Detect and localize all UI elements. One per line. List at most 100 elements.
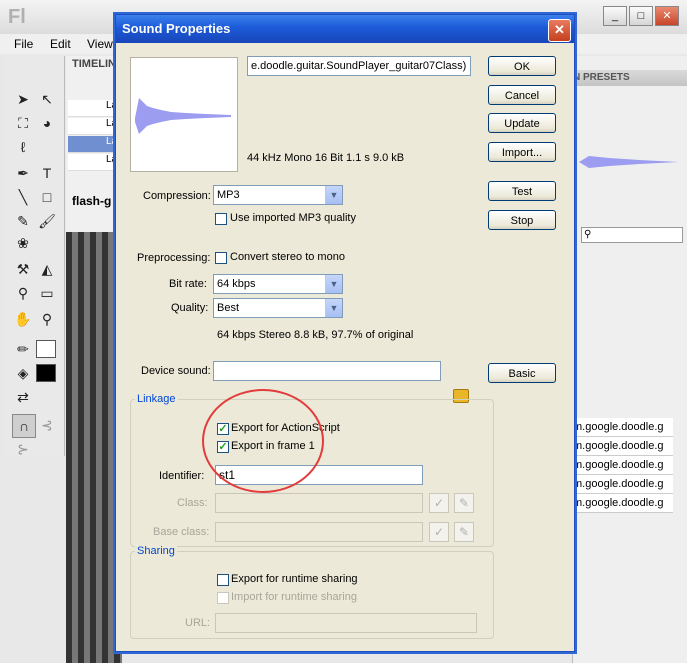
base-class-label: Base class: xyxy=(153,526,210,538)
url-label: URL: xyxy=(185,617,211,629)
sound-properties-dialog: Sound Properties ✕ e.doodle.guitar.Sound… xyxy=(115,14,575,652)
sound-info-text: 44 kHz Mono 16 Bit 1.1 s 9.0 kB xyxy=(247,152,405,164)
library-item[interactable]: m.google.doodle.g xyxy=(573,475,673,494)
quality-select[interactable]: Best ▼ xyxy=(213,298,343,318)
hand-tool-icon[interactable]: ✋ xyxy=(12,308,34,330)
use-imported-mp3-label: Use imported MP3 quality xyxy=(230,212,356,224)
use-imported-mp3-checkbox[interactable] xyxy=(215,213,227,225)
waveform-preview xyxy=(130,57,238,172)
tools-panel: ➤ ↖ ⛶ ◕ ℓ ✒ T ╲ □ ✎ 🖌 ❀ ⚒ ◭ ⚲ ▭ ✋ ⚲ ✏ ◈ … xyxy=(6,56,65,457)
annotation-ellipse xyxy=(202,389,324,493)
device-sound-input[interactable] xyxy=(213,361,441,381)
bit-rate-label: Bit rate: xyxy=(169,278,207,290)
edit-class-pencil-icon: ✎ xyxy=(454,493,474,513)
export-runtime-label: Export for runtime sharing xyxy=(231,573,358,585)
linkage-group-title: Linkage xyxy=(135,393,178,405)
selection-tool-icon[interactable]: ➤ xyxy=(12,88,34,110)
chevron-down-icon: ▼ xyxy=(325,186,342,204)
edit-base-class-pencil-icon: ✎ xyxy=(454,522,474,542)
update-button[interactable]: Update xyxy=(488,113,556,133)
test-button[interactable]: Test xyxy=(488,181,556,201)
layer-row[interactable]: La xyxy=(68,118,118,135)
dialog-titlebar[interactable]: Sound Properties ✕ xyxy=(116,15,574,43)
preprocessing-label: Preprocessing: xyxy=(137,252,211,264)
library-item[interactable]: m.google.doodle.g xyxy=(573,456,673,475)
fill-color-swatch[interactable] xyxy=(36,364,56,382)
url-input xyxy=(215,613,477,633)
dialog-body: e.doodle.guitar.SoundPlayer_guitar07Clas… xyxy=(116,43,574,651)
export-runtime-checkbox[interactable] xyxy=(217,574,229,586)
compression-select[interactable]: MP3 ▼ xyxy=(213,185,343,205)
menu-view[interactable]: View xyxy=(87,37,113,51)
document-tab[interactable]: flash-g xyxy=(72,194,111,208)
window-controls: _ □ ✕ xyxy=(601,6,679,26)
menu-edit[interactable]: Edit xyxy=(50,37,71,51)
deco-tool-icon[interactable]: ❀ xyxy=(12,232,34,254)
free-transform-icon[interactable]: ⛶ xyxy=(12,112,34,134)
validate-base-class-icon: ✓ xyxy=(429,522,449,542)
close-icon[interactable]: ✕ xyxy=(548,19,571,42)
rectangle-tool-icon[interactable]: □ xyxy=(36,186,58,208)
convert-stereo-checkbox[interactable] xyxy=(215,252,227,264)
import-runtime-checkbox xyxy=(217,592,229,604)
quality-label: Quality: xyxy=(171,302,209,314)
maximize-button[interactable]: □ xyxy=(629,6,653,26)
class-label: Class: xyxy=(177,497,208,509)
straighten-icon[interactable]: ⊱ xyxy=(12,438,34,460)
snap-magnet-icon[interactable]: ∩ xyxy=(12,414,36,438)
validate-class-icon: ✓ xyxy=(429,493,449,513)
eyedropper-icon[interactable]: ⚲ xyxy=(12,282,34,304)
convert-stereo-label: Convert stereo to mono xyxy=(230,251,345,263)
brush-tool-icon[interactable]: 🖌 xyxy=(36,210,58,232)
flash-logo: Fl xyxy=(8,6,26,28)
waveform-icon xyxy=(135,98,231,134)
paint-bucket-icon[interactable]: ◭ xyxy=(36,258,58,280)
basic-button[interactable]: Basic xyxy=(488,363,556,383)
library-item[interactable]: m.google.doodle.g xyxy=(573,437,673,456)
presets-tab[interactable]: N PRESETS xyxy=(573,70,687,86)
bit-rate-select[interactable]: 64 kbps ▼ xyxy=(213,274,343,294)
layer-row[interactable]: La xyxy=(68,136,118,153)
library-waveform-preview xyxy=(579,156,679,168)
ok-button[interactable]: OK xyxy=(488,56,556,76)
sound-name-input[interactable]: e.doodle.guitar.SoundPlayer_guitar07Clas… xyxy=(247,56,471,76)
import-runtime-label: Import for runtime sharing xyxy=(231,591,357,603)
minimize-button[interactable]: _ xyxy=(603,6,627,26)
chevron-down-icon: ▼ xyxy=(325,275,342,293)
library-item[interactable]: m.google.doodle.g xyxy=(573,418,673,437)
lasso-icon[interactable]: ℓ xyxy=(12,136,34,158)
subselection-tool-icon[interactable]: ↖ xyxy=(36,88,58,110)
zoom-tool-icon[interactable]: ⚲ xyxy=(36,308,58,330)
search-icon: ⚲ xyxy=(584,229,592,240)
fill-color-icon[interactable]: ◈ xyxy=(12,362,34,384)
text-tool-icon[interactable]: T xyxy=(36,162,58,184)
stop-button[interactable]: Stop xyxy=(488,210,556,230)
stage-canvas[interactable] xyxy=(66,232,122,663)
close-window-button[interactable]: ✕ xyxy=(655,6,679,26)
stroke-color-swatch[interactable] xyxy=(36,340,56,358)
dialog-title: Sound Properties xyxy=(122,21,231,36)
compression-label: Compression: xyxy=(143,190,211,202)
library-item[interactable]: m.google.doodle.g xyxy=(573,494,673,513)
import-button[interactable]: Import... xyxy=(488,142,556,162)
3d-rotation-icon[interactable]: ◕ xyxy=(36,112,58,134)
identifier-label: Identifier: xyxy=(159,470,205,482)
line-tool-icon[interactable]: ╲ xyxy=(12,186,34,208)
library-search-input[interactable]: ⚲ xyxy=(581,227,683,243)
device-sound-label: Device sound: xyxy=(141,365,211,377)
smooth-icon[interactable]: ⊰ xyxy=(36,414,58,436)
layer-row[interactable]: La xyxy=(68,100,118,117)
menu-file[interactable]: File xyxy=(14,37,33,51)
pen-tool-icon[interactable]: ✒ xyxy=(12,162,34,184)
pencil-tool-icon[interactable]: ✎ xyxy=(12,210,34,232)
class-input xyxy=(215,493,423,513)
layer-row[interactable]: La xyxy=(68,154,118,171)
eraser-icon[interactable]: ▭ xyxy=(36,282,58,304)
chevron-down-icon: ▼ xyxy=(325,299,342,317)
cancel-button[interactable]: Cancel xyxy=(488,85,556,105)
swap-colors-icon[interactable]: ⇄ xyxy=(12,386,34,408)
right-panel: N PRESETS ⚲ m.google.doodle.g m.google.d… xyxy=(572,56,687,663)
compression-info-text: 64 kbps Stereo 8.8 kB, 97.7% of original xyxy=(217,329,414,341)
stroke-color-icon[interactable]: ✏ xyxy=(12,338,34,360)
bone-tool-icon[interactable]: ⚒ xyxy=(12,258,34,280)
